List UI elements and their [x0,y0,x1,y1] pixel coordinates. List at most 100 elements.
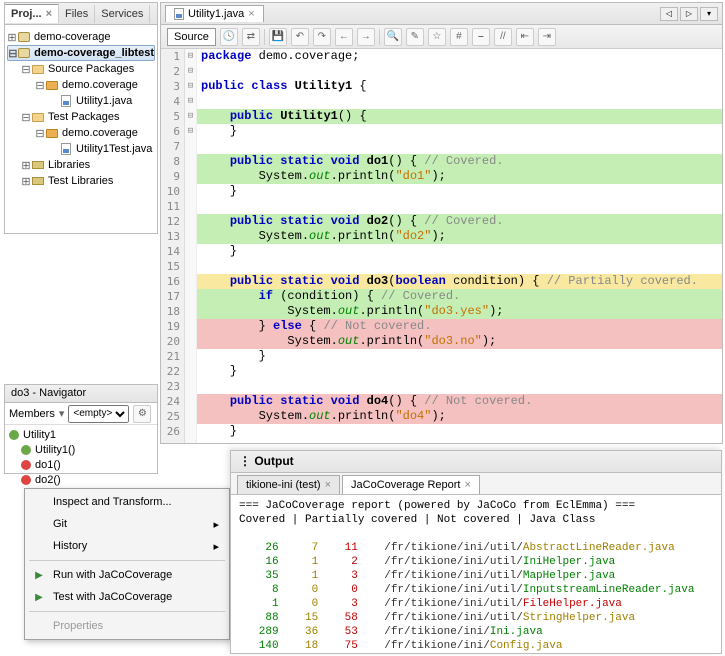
code-line[interactable] [197,259,722,274]
tree-node[interactable]: ⊞ Libraries [7,157,155,173]
code-line[interactable]: } [197,424,722,439]
tree-node[interactable]: ⊟demo.coverage [7,77,155,93]
output-tab[interactable]: tikione-ini (test)× [237,475,340,494]
tree-node[interactable]: ⊟Source Packages [7,61,155,77]
code-line[interactable]: System.out.println("do3.no"); [197,334,722,349]
member-label: Utility1() [35,444,75,456]
code-line[interactable]: System.out.println("do2"); [197,229,722,244]
code-line[interactable] [197,64,722,79]
twisty-icon[interactable]: ⊟ [21,111,31,124]
close-icon[interactable]: × [325,479,331,491]
code-line[interactable]: public static void do2() { // Covered. [197,214,722,229]
pkg-icon [45,126,59,140]
nav-class[interactable]: Utility1 [7,427,155,442]
menu-item[interactable]: Git▸ [27,513,227,535]
fwd-icon[interactable]: → [357,28,375,46]
ruler-icon[interactable]: ⎯ [472,28,490,46]
tree-node[interactable]: Utility1.java [7,93,155,109]
twisty-icon[interactable]: ⊞ [21,175,31,188]
fold-icon[interactable]: ⊟ [185,109,196,124]
fold-icon[interactable]: ⊟ [185,124,196,139]
shift-left-icon[interactable]: ⇤ [516,28,534,46]
shift-right-icon[interactable]: ⇥ [538,28,556,46]
twisty-icon[interactable]: ⊟ [8,47,18,60]
code-line[interactable]: } [197,349,722,364]
tree-node[interactable]: ⊟demo.coverage [7,125,155,141]
tree-node[interactable]: Utility1Test.java [7,141,155,157]
back-icon[interactable]: ← [335,28,353,46]
fold-icon[interactable]: ⊟ [185,64,196,79]
navigator-filter-icon[interactable]: ⚙ [133,405,151,423]
code-line[interactable]: public static void do4() { // Not covere… [197,394,722,409]
code-line[interactable]: } [197,244,722,259]
projects-tab[interactable]: Services [95,5,150,23]
redo-icon[interactable]: ↷ [313,28,331,46]
menu-item[interactable]: History▸ [27,535,227,557]
close-icon[interactable]: × [248,8,254,20]
menu-icon[interactable]: ▾ [700,7,718,21]
code-area[interactable]: package demo.coverage; public class Utili… [197,49,722,443]
projects-tab[interactable]: Proj...× [5,4,59,23]
code-line[interactable]: if (condition) { // Covered. [197,289,722,304]
bookmark-icon[interactable]: ☆ [428,28,446,46]
tree-node[interactable]: ⊟Test Packages [7,109,155,125]
tree-node[interactable]: ⊞Test Libraries [7,173,155,189]
nav-member[interactable]: do2() [7,472,155,487]
code-line[interactable]: System.out.println("do3.yes"); [197,304,722,319]
highlight-icon[interactable]: ✎ [406,28,424,46]
navigator-empty-select[interactable]: <empty> [68,405,129,423]
tree-node[interactable]: ⊞ demo-coverage [7,29,155,45]
fold-icon[interactable]: ⊟ [185,79,196,94]
code-line[interactable]: public static void do3(boolean condition… [197,274,722,289]
code-line[interactable]: public class Utility1 { [197,79,722,94]
code-line[interactable] [197,379,722,394]
find-icon[interactable]: 🔍 [384,28,402,46]
diff-icon[interactable]: ⇄ [242,28,260,46]
fold-icon[interactable]: ⊟ [185,94,196,109]
code-line[interactable] [197,199,722,214]
menu-item[interactable]: ▶Run with JaCoCoverage [27,564,227,586]
code-line[interactable]: } [197,124,722,139]
code-line[interactable]: public Utility1() { [197,109,722,124]
tree-node[interactable]: ⊟demo-coverage_libtest [7,45,155,61]
code-line[interactable]: } else { // Not covered. [197,319,722,334]
projects-tab[interactable]: Files [59,5,95,23]
twisty-icon[interactable]: ⊟ [35,79,45,92]
separator [29,611,225,612]
editor-tab[interactable]: Utility1.java × [165,5,264,22]
undo-icon[interactable]: ↶ [291,28,309,46]
nav-member[interactable]: Utility1() [7,442,155,457]
goto-icon[interactable]: # [450,28,468,46]
submenu-icon: ▸ [213,540,219,553]
menu-item[interactable]: Inspect and Transform... [27,491,227,513]
code-line[interactable] [197,139,722,154]
tree-label: demo-coverage [34,31,110,43]
fold-icon[interactable]: ⊟ [185,49,196,64]
history-icon[interactable]: 🕓 [220,28,238,46]
code-line[interactable]: System.out.println("do4"); [197,409,722,424]
twisty-icon[interactable]: ⊞ [7,31,17,44]
code-line[interactable] [197,94,722,109]
code-line[interactable]: package demo.coverage; [197,49,722,64]
comment-icon[interactable]: // [494,28,512,46]
menu-item[interactable]: ▶Test with JaCoCoverage [27,586,227,608]
lib-icon [31,158,45,172]
twisty-icon[interactable]: ⊞ [21,159,31,172]
code-line[interactable]: public static void do1() { // Covered. [197,154,722,169]
tree-label: Libraries [48,159,90,171]
code-line[interactable]: System.out.println("do1"); [197,169,722,184]
coverage-row: 289 36 53 /fr/tikione/ini/Ini.java [239,625,713,639]
next-icon[interactable]: ▷ [680,7,698,21]
code-line[interactable]: } [197,184,722,199]
output-tab[interactable]: JaCoCoverage Report× [342,475,480,494]
nav-member[interactable]: do1() [7,457,155,472]
close-icon[interactable]: × [46,8,52,20]
navigator-panel: do3 - Navigator Members ▾ <empty> ⚙ Util… [4,384,158,474]
save-icon[interactable]: 💾 [269,28,287,46]
code-line[interactable]: } [197,364,722,379]
close-icon[interactable]: × [464,479,470,491]
twisty-icon[interactable]: ⊟ [35,127,45,140]
prev-icon[interactable]: ◁ [660,7,678,21]
source-button[interactable]: Source [167,28,216,46]
twisty-icon[interactable]: ⊟ [21,63,31,76]
